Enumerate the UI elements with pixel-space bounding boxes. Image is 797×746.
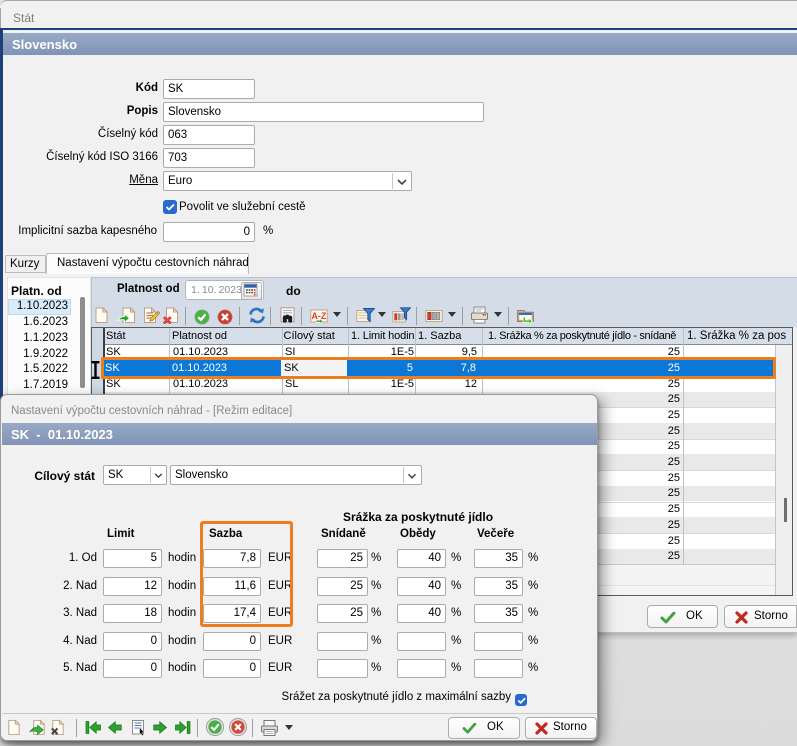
svg-text:A-Z: A-Z bbox=[311, 311, 326, 321]
